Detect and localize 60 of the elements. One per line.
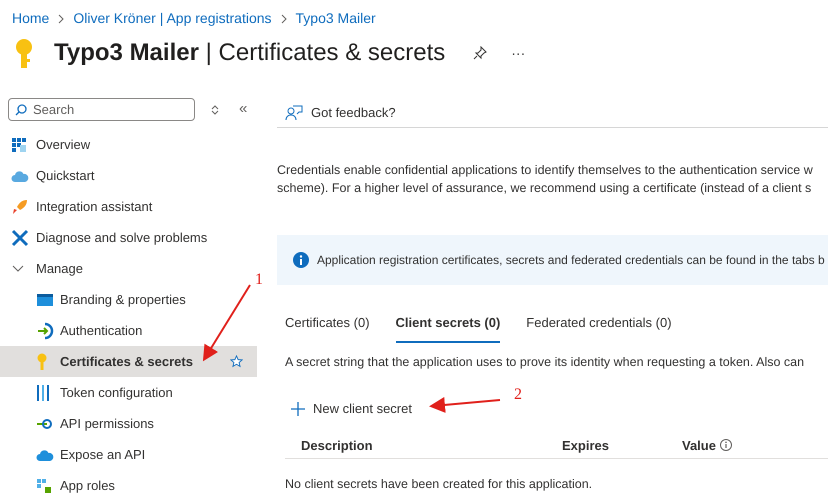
key-icon [36, 352, 48, 370]
collapse-button[interactable]: « [239, 98, 248, 121]
empty-message: No client secrets have been created for this application. [285, 476, 594, 493]
sidebar-item[interactable]: Overview [0, 129, 257, 160]
more-button[interactable]: ··· [511, 42, 526, 64]
tab-description: A secret string that the application uses to prove its identity when requesting a token. Also can [284, 354, 806, 371]
sidebar-item[interactable]: Diagnose and solve problems [0, 222, 257, 253]
sidebar-item[interactable]: Token configuration [0, 377, 257, 408]
column-header: Value [682, 436, 732, 455]
chevron-right-icon [57, 14, 66, 24]
search-icon [15, 104, 27, 116]
title-separator: | [206, 39, 212, 66]
star-icon[interactable] [230, 355, 243, 368]
description-text: Credentials enable confidential applications to identify themselves to the authentication service w [277, 162, 814, 179]
bars-icon [36, 384, 50, 402]
feedback-icon [285, 104, 303, 120]
sidebar-item[interactable]: App roles [0, 470, 257, 500]
sidebar-item[interactable]: Quickstart [0, 160, 257, 191]
info-icon [293, 252, 309, 268]
sidebar-item[interactable]: Integration assistant [0, 191, 257, 222]
grid-icon [11, 136, 27, 152]
annotation-number: 2 [514, 385, 522, 405]
sidebar-item[interactable]: Authentication [0, 315, 257, 346]
search-field[interactable]: Search [8, 98, 195, 121]
new-secret-button[interactable]: New client secret [291, 399, 412, 419]
annotation-number: 1 [255, 270, 263, 290]
sidebar-item[interactable]: Certificates & secrets [0, 346, 257, 377]
sidebar-group[interactable]: Manage [0, 253, 91, 284]
tab[interactable]: Client secrets (0) [396, 313, 500, 342]
info-icon [720, 439, 732, 452]
arrow-circle-icon [36, 418, 54, 430]
column-header: Description [300, 436, 374, 455]
cloud-icon [11, 168, 29, 182]
card-icon [36, 292, 54, 306]
description-text: scheme). For a higher level of assurance, we recommend using a certificate (instead of a client s [277, 180, 812, 197]
sign-in-icon [36, 322, 54, 340]
sidebar-item[interactable]: API permissions [0, 408, 257, 439]
breadcrumb-link[interactable]: Typo3 Mailer [296, 8, 376, 29]
rocket-icon [11, 198, 29, 216]
app-title: Typo3 Mailer [54, 39, 199, 66]
feedback-button[interactable]: Got feedback? [311, 102, 396, 122]
info-text: Application registration certificates, secrets and federated credentials can be found in the tabs b [317, 252, 825, 269]
sort-icon[interactable] [211, 104, 219, 114]
breadcrumb-link[interactable]: Home [12, 8, 50, 29]
grid-icon [36, 478, 52, 494]
column-header: Expires [562, 436, 610, 455]
breadcrumb-link[interactable]: Oliver Kröner | App registrations [73, 8, 272, 29]
chevron-right-icon [280, 14, 288, 24]
tools-icon [11, 228, 29, 246]
key-icon [14, 37, 34, 69]
cloud-icon [36, 448, 54, 462]
tab[interactable]: Certificates (0) [285, 313, 370, 342]
page-title: Certificates & secrets [218, 39, 446, 66]
plus-icon [291, 402, 305, 416]
pin-icon[interactable] [473, 46, 488, 60]
sidebar-item[interactable]: Expose an API [0, 439, 257, 470]
annotation-arrow [429, 396, 500, 413]
chevron-down-icon [12, 264, 24, 272]
sidebar-item[interactable]: Branding & properties [0, 284, 257, 315]
tab[interactable]: Federated credentials (0) [526, 313, 672, 342]
